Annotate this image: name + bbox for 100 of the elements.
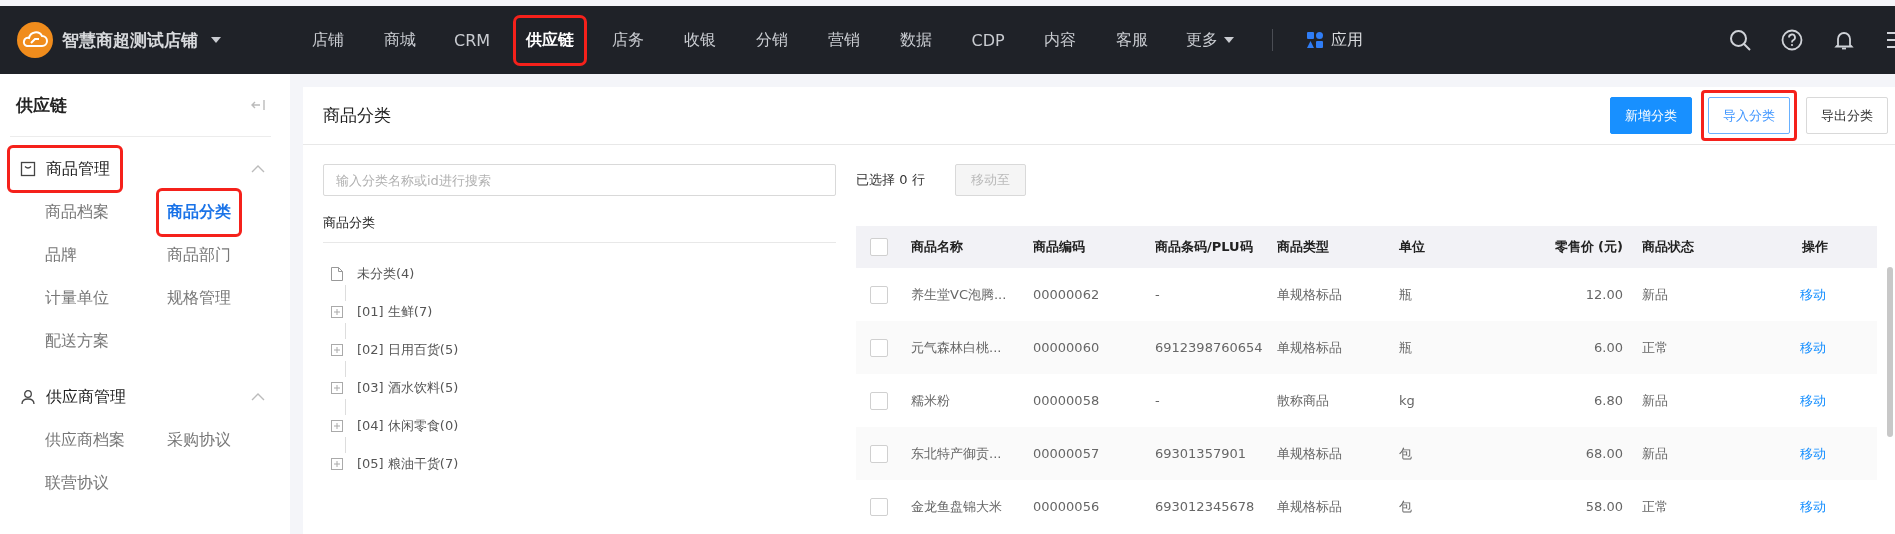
table-cell-text: 69301357901 (1155, 446, 1247, 461)
table-cell-text: 12.00 (1584, 287, 1623, 302)
scrollbar[interactable] (1887, 267, 1893, 437)
table-cell-text: 散称商品 (1277, 391, 1330, 410)
tree-node[interactable]: [03] 酒水饮料(5) (331, 377, 836, 399)
nav-tab[interactable]: 供应链 (516, 17, 585, 63)
table-cell-text: 瓶 (1399, 338, 1413, 357)
nav-tab[interactable]: 店务 (600, 17, 657, 63)
menu-item[interactable]: 联营协议 (37, 462, 117, 505)
document-icon (331, 267, 343, 281)
nav-tab[interactable]: 客服 (1104, 17, 1161, 63)
category-button[interactable]: 导出分类 (1806, 97, 1888, 134)
table-cell-text: 正常 (1641, 497, 1669, 516)
table-cell-text: 单规格标品 (1277, 338, 1343, 357)
menu-item[interactable]: 品牌 (37, 234, 85, 277)
table-cell-text: 金龙鱼盘锦大米 (911, 497, 1003, 516)
sidebar-title: 供应链 (16, 93, 67, 117)
table-cell-text: 新品 (1641, 285, 1669, 304)
tree-node[interactable]: [01] 生鲜(7) (331, 301, 836, 323)
menu-item[interactable]: 采购协议 (159, 419, 239, 462)
nav-tab[interactable]: 商城 (372, 17, 428, 63)
nav-tab[interactable]: CDP (960, 18, 1017, 62)
expand-icon[interactable] (331, 457, 343, 471)
tree-node[interactable]: [05] 粮油干货(7) (331, 453, 836, 475)
table-cell-text: 单规格标品 (1277, 285, 1343, 304)
apps-grid-icon[interactable] (1307, 32, 1324, 48)
caret-icon[interactable] (1224, 37, 1235, 43)
table-cell-text: 新品 (1641, 391, 1669, 410)
menu-item[interactable]: 规格管理 (159, 277, 239, 320)
checkbox[interactable] (870, 391, 888, 410)
nav-tab[interactable]: 分销 (744, 17, 801, 63)
selection-count: 已选择 0 行 (856, 171, 925, 189)
tree-node[interactable]: 未分类(4) (331, 263, 836, 285)
menu-section[interactable]: 商品管理 (10, 148, 120, 190)
help-icon[interactable] (1781, 29, 1803, 51)
cloud-logo-icon (17, 22, 53, 58)
column-header: 操作 (1800, 238, 1829, 256)
table-cell-text: 包 (1399, 444, 1413, 463)
table-cell-text: 00000060 (1033, 340, 1101, 355)
more-menu[interactable]: 更多 (1176, 17, 1245, 63)
menu-item[interactable]: 商品分类 (159, 191, 239, 234)
table-cell-text: 瓶 (1399, 285, 1413, 304)
table-cell-text: 6.80 (1593, 393, 1623, 408)
tree-title: 商品分类 (323, 214, 836, 243)
page-title: 商品分类 (323, 104, 391, 127)
chevron-icon[interactable] (251, 393, 265, 401)
caret-icon[interactable] (211, 37, 221, 43)
table-cell-text: 00000058 (1033, 393, 1101, 408)
table-cell-text: 单规格标品 (1277, 444, 1343, 463)
expand-icon[interactable] (331, 343, 343, 357)
checkbox[interactable] (870, 238, 888, 256)
nav-tab[interactable]: CRM (444, 18, 501, 62)
table-cell-text: 糯米粉 (911, 391, 951, 410)
table-cell-text: 包 (1399, 497, 1413, 516)
menu-item[interactable]: 商品档案 (37, 191, 117, 234)
table-cell-text: 6912398760654 (1155, 340, 1264, 355)
expand-icon[interactable] (331, 419, 343, 433)
user-icon (20, 389, 36, 405)
column-header: 商品编码 (1033, 238, 1086, 256)
menu-item[interactable]: 供应商档案 (37, 419, 133, 462)
nav-tab[interactable]: 店铺 (300, 17, 356, 63)
table-cell-text: 68.00 (1584, 446, 1623, 461)
table-cell-text: 东北特产御贡... (911, 444, 1003, 463)
collapse-icon[interactable] (251, 99, 265, 111)
tray-icon (20, 161, 36, 177)
table-cell-text: 6.00 (1593, 340, 1623, 355)
checkbox[interactable] (870, 497, 888, 516)
table-cell-text: - (1155, 287, 1161, 302)
table-cell-text: 元气森林白桃... (911, 338, 1003, 357)
nav-tab[interactable]: 营销 (816, 17, 873, 63)
table-cell-text: 693012345678 (1155, 499, 1256, 514)
menu-section[interactable]: 供应商管理 (10, 376, 136, 418)
column-header: 商品类型 (1277, 238, 1330, 256)
expand-icon[interactable] (331, 305, 343, 319)
table-cell-text: 00000057 (1033, 446, 1101, 461)
bell-icon[interactable] (1833, 29, 1855, 51)
tree-node[interactable]: [04] 休闲零食(0) (331, 415, 836, 437)
table-cell-text: 新品 (1641, 444, 1669, 463)
table-cell-text: 养生堂VC泡腾... (911, 285, 1008, 304)
nav-tab[interactable]: 内容 (1032, 17, 1089, 63)
nav-tab[interactable]: 数据 (888, 17, 945, 63)
table-cell-text: kg (1399, 393, 1416, 408)
checkbox[interactable] (870, 285, 888, 304)
column-header: 商品条码/PLU码 (1155, 238, 1254, 256)
search-icon[interactable] (1729, 29, 1751, 51)
nav-tab[interactable]: 收银 (672, 17, 729, 63)
chevron-icon[interactable] (251, 165, 265, 173)
table-cell-text: 00000056 (1033, 499, 1101, 514)
search-field[interactable]: 输入分类名称或id进行搜索 (323, 164, 836, 196)
table-cell-text: 58.00 (1584, 499, 1623, 514)
checkbox[interactable] (870, 338, 888, 357)
menu-item[interactable]: 计量单位 (37, 277, 117, 320)
menu-item[interactable]: 商品部门 (159, 234, 239, 277)
expand-icon[interactable] (331, 381, 343, 395)
checkbox[interactable] (870, 444, 888, 463)
store-name[interactable]: 智慧商超测试店铺 (62, 28, 198, 52)
menu-item[interactable]: 配送方案 (37, 320, 117, 363)
apps-button[interactable]: 应用 (1301, 17, 1370, 63)
table-cell-text: 单规格标品 (1277, 497, 1343, 516)
tree-node[interactable]: [02] 日用百货(5) (331, 339, 836, 361)
